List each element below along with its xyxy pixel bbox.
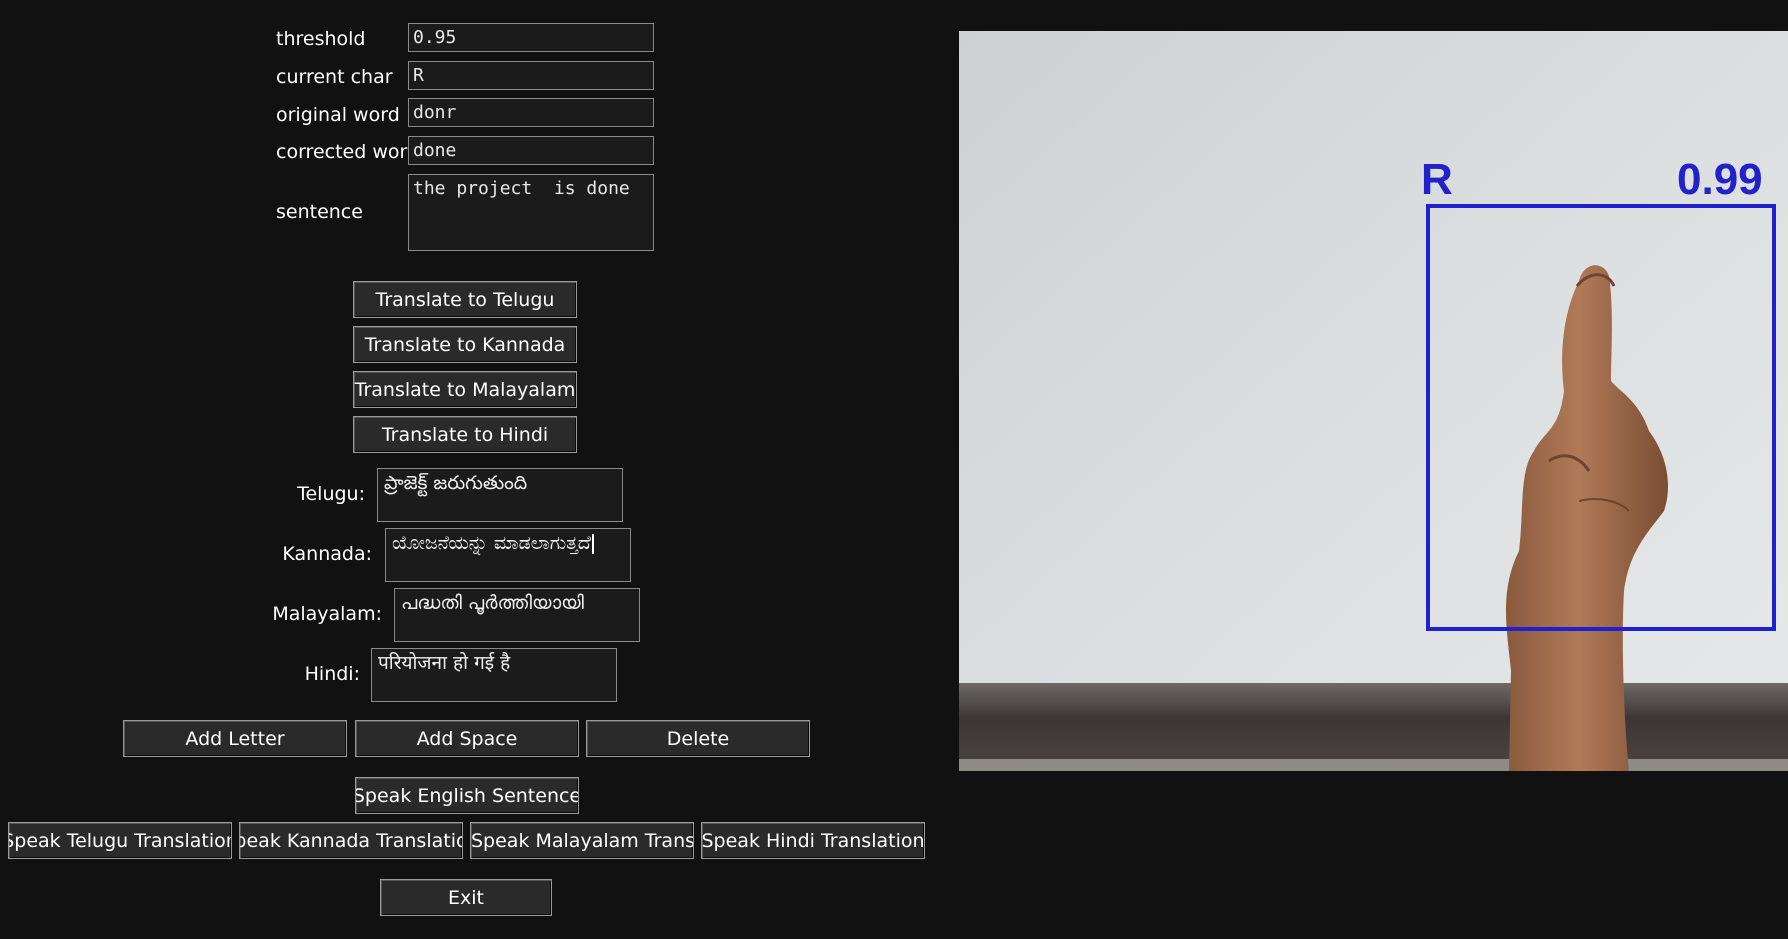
telugu-label: Telugu: [297,483,365,505]
kannada-label: Kannada: [282,543,372,565]
exit-button[interactable]: Exit [380,879,552,916]
corrected-word-field[interactable]: done [408,136,654,165]
translate-kannada-button[interactable]: Translate to Kannada [353,326,577,363]
speak-telugu-button[interactable]: Speak Telugu Translation [8,822,232,859]
sentence-textarea[interactable]: the project is done [408,174,654,251]
speak-hindi-button[interactable]: Speak Hindi Translation [701,822,925,859]
telugu-output[interactable]: ప్రాజెక్ట్ జరుగుతుంది [377,468,623,522]
add-space-button[interactable]: Add Space [355,720,579,757]
hindi-label: Hindi: [304,663,360,685]
kannada-output[interactable]: ಯೋಜನೆಯನ್ನು ಮಾಡಲಾಗುತ್ತದೆ [385,528,631,582]
camera-frame-image [959,31,1788,771]
speak-malayalam-button[interactable]: Speak Malayalam Translation [470,822,694,859]
translate-hindi-button[interactable]: Translate to Hindi [353,416,577,453]
speak-english-button[interactable]: Speak English Sentence [355,777,579,814]
hindi-output[interactable]: परियोजना हो गई है [371,648,617,702]
detection-label-confidence: 0.99 [1677,155,1763,204]
kannada-output-text: ಯೋಜನೆಯನ್ನು ಮಾಡಲಾಗುತ್ತದೆ [392,532,591,554]
corrected-word-label: corrected word [276,141,420,163]
text-cursor [591,533,594,554]
malayalam-output[interactable]: പദ്ധതി പൂർത്തിയായി [394,588,640,642]
threshold-label: threshold [276,28,366,50]
malayalam-label: Malayalam: [272,603,382,625]
add-letter-button[interactable]: Add Letter [123,720,347,757]
original-word-label: original word [276,104,400,126]
detection-label-char: R [1421,155,1453,204]
current-char-field[interactable]: R [408,61,654,90]
speak-kannada-button[interactable]: Speak Kannada Translation [239,822,463,859]
threshold-field[interactable]: 0.95 [408,23,654,52]
current-char-label: current char [276,66,393,88]
original-word-field[interactable]: donr [408,98,654,127]
sentence-label: sentence [276,201,363,223]
translate-telugu-button[interactable]: Translate to Telugu [353,281,577,318]
translate-malayalam-button[interactable]: Translate to Malayalam [353,371,577,408]
delete-button[interactable]: Delete [586,720,810,757]
camera-feed: R 0.99 [959,31,1788,771]
